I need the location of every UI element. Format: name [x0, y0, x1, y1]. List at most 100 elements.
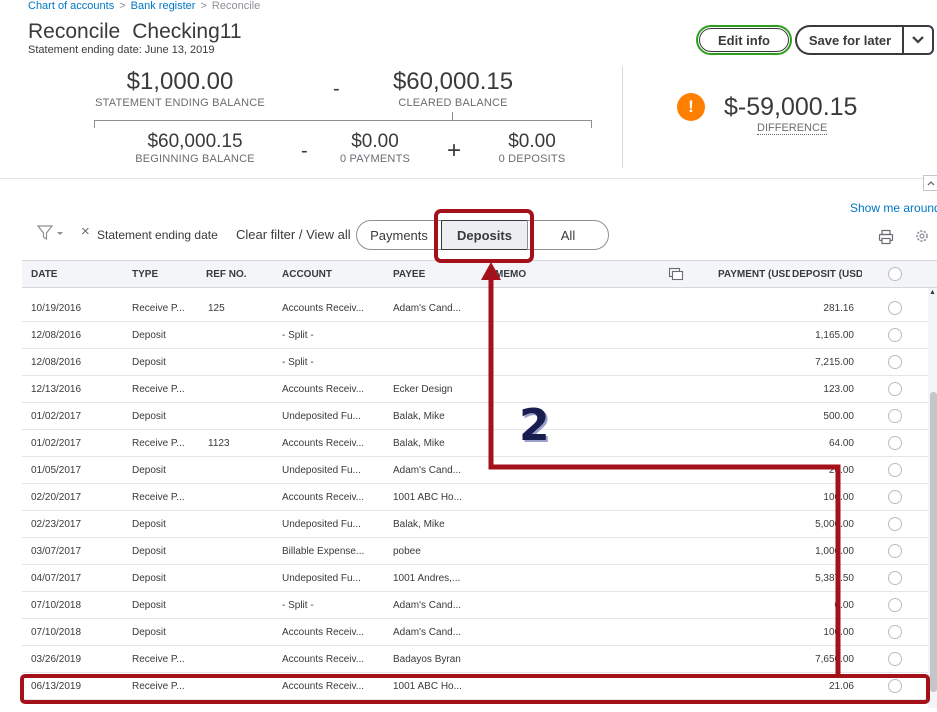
cell-account: Accounts Receiv... — [282, 627, 365, 638]
cell-type: Deposit — [132, 519, 166, 530]
breadcrumb-separator: > — [200, 0, 207, 12]
row-select-radio[interactable] — [888, 355, 902, 369]
payments-count-label: 0 PAYMENTS — [339, 153, 411, 165]
cell-payee: pobee — [393, 546, 421, 557]
table-row[interactable]: 01/02/2017 Receive P... 1123 Accounts Recei… — [22, 430, 928, 457]
scroll-up-arrow-icon[interactable]: ▲ — [929, 289, 936, 296]
cell-account: Billable Expense... — [282, 546, 365, 557]
row-select-radio[interactable] — [888, 382, 902, 396]
cell-type: Deposit — [132, 546, 166, 557]
edit-info-button[interactable]: Edit info — [696, 25, 792, 55]
cell-account: Accounts Receiv... — [282, 438, 365, 449]
table-row[interactable]: 06/13/2019 Receive P... Accounts Receiv...… — [22, 673, 928, 700]
cell-deposit: 100.00 — [823, 492, 854, 503]
cell-date: 12/13/2016 — [31, 384, 82, 395]
cell-account: - Split - — [282, 330, 314, 341]
column-header-type[interactable]: TYPE — [132, 269, 158, 280]
collapse-summary-button[interactable] — [923, 175, 937, 191]
cell-account: Undeposited Fu... — [282, 573, 361, 584]
cell-date: 02/20/2017 — [31, 492, 82, 503]
column-header-memo[interactable]: MEMO — [495, 269, 526, 280]
cell-payee: 1001 ABC Ho... — [393, 681, 462, 692]
cell-ref: 125 — [208, 303, 225, 314]
cell-type: Receive P... — [132, 303, 185, 314]
breadcrumb-bank-register[interactable]: Bank register — [131, 0, 196, 12]
cell-account: Undeposited Fu... — [282, 411, 361, 422]
row-select-radio[interactable] — [888, 301, 902, 315]
row-select-radio[interactable] — [888, 409, 902, 423]
table-row[interactable]: 01/02/2017 Deposit Undeposited Fu... Balak,… — [22, 403, 928, 430]
tab-payments[interactable]: Payments — [356, 220, 442, 250]
table-row[interactable]: 01/05/2017 Deposit Undeposited Fu... Adam's… — [22, 457, 928, 484]
beginning-balance: $60,000.15 — [147, 131, 243, 152]
warning-icon: ! — [677, 93, 705, 121]
save-for-later-button[interactable]: Save for later — [795, 25, 903, 55]
save-options-dropdown[interactable] — [902, 25, 934, 55]
clear-filter-x-icon[interactable]: × — [81, 223, 90, 240]
filter-icon[interactable] — [37, 225, 65, 241]
cell-payee: Badayos Byran — [393, 654, 461, 665]
table-row[interactable]: 12/08/2016 Deposit - Split - 1,165.00 — [22, 322, 928, 349]
column-header-deposit[interactable]: DEPOSIT (USD) — [792, 269, 862, 280]
cell-account: - Split - — [282, 600, 314, 611]
cell-type: Receive P... — [132, 654, 185, 665]
cell-deposit: 64.00 — [828, 438, 854, 449]
clear-filter-link[interactable]: Clear filter / View all — [236, 227, 356, 242]
row-select-radio[interactable] — [888, 571, 902, 585]
column-header-date[interactable]: DATE — [31, 269, 57, 280]
payments-total: $0.00 — [351, 131, 399, 152]
column-header-payee[interactable]: PAYEE — [393, 269, 425, 280]
cell-type: Receive P... — [132, 438, 185, 449]
cell-date: 04/07/2017 — [31, 573, 82, 584]
cell-type: Deposit — [132, 330, 166, 341]
cell-date: 07/10/2018 — [31, 627, 82, 638]
row-select-radio[interactable] — [888, 679, 902, 693]
cell-deposit: 5,387.50 — [815, 573, 854, 584]
table-row[interactable]: 12/13/2016 Receive P... Accounts Receiv...… — [22, 376, 928, 403]
table-row[interactable]: 07/10/2018 Deposit Accounts Receiv... Adam'… — [22, 619, 928, 646]
table-row[interactable]: 07/10/2018 Deposit - Split - Adam's Cand...… — [22, 592, 928, 619]
row-select-radio[interactable] — [888, 436, 902, 450]
select-all-radio[interactable] — [888, 267, 902, 281]
table-row[interactable]: 04/07/2017 Deposit Undeposited Fu... 1001 A… — [22, 565, 928, 592]
transaction-list: 10/19/2016 Receive P... 125 Accounts Receiv… — [22, 295, 928, 700]
row-select-radio[interactable] — [888, 490, 902, 504]
account-name: Checking11 — [132, 20, 242, 43]
table-row[interactable]: 12/08/2016 Deposit - Split - 7,215.00 — [22, 349, 928, 376]
column-header-ref[interactable]: REF NO. — [206, 269, 247, 280]
cell-account: Accounts Receiv... — [282, 492, 365, 503]
show-me-around-link[interactable]: Show me around — [850, 201, 937, 215]
table-row[interactable]: 03/07/2017 Deposit Billable Expense... pobe… — [22, 538, 928, 565]
column-header-payment[interactable]: PAYMENT (USD) — [718, 269, 790, 280]
row-select-radio[interactable] — [888, 517, 902, 531]
copy-icon[interactable] — [668, 267, 684, 281]
tab-deposits[interactable]: Deposits — [441, 220, 528, 250]
cell-account: Undeposited Fu... — [282, 519, 361, 530]
statement-ending-balance-label: STATEMENT ENDING BALANCE — [95, 97, 265, 109]
cell-date: 07/10/2018 — [31, 600, 82, 611]
table-row[interactable]: 02/23/2017 Deposit Undeposited Fu... Balak,… — [22, 511, 928, 538]
row-select-radio[interactable] — [888, 544, 902, 558]
print-icon[interactable] — [878, 229, 894, 245]
tab-all[interactable]: All — [527, 220, 609, 250]
difference-label[interactable]: DIFFERENCE — [757, 122, 828, 135]
row-select-radio[interactable] — [888, 598, 902, 612]
row-select-radio[interactable] — [888, 328, 902, 342]
cell-payee: Adam's Cand... — [393, 303, 462, 314]
gear-icon[interactable] — [914, 228, 930, 244]
row-select-radio[interactable] — [888, 652, 902, 666]
cell-deposit: 123.00 — [823, 384, 854, 395]
breadcrumb-chart-of-accounts[interactable]: Chart of accounts — [28, 0, 114, 12]
table-row[interactable]: 02/20/2017 Receive P... Accounts Receiv...… — [22, 484, 928, 511]
table-row[interactable]: 10/19/2016 Receive P... 125 Accounts Receiv… — [22, 295, 928, 322]
cell-payee: 1001 ABC Ho... — [393, 492, 462, 503]
table-row[interactable]: 03/26/2019 Receive P... Accounts Receiv...… — [22, 646, 928, 673]
row-select-radio[interactable] — [888, 463, 902, 477]
scrollbar-thumb[interactable] — [930, 392, 937, 692]
cell-payee: Balak, Mike — [393, 411, 445, 422]
edit-info-label: Edit info — [718, 32, 770, 48]
bracket-tick — [452, 112, 453, 121]
cell-type: Deposit — [132, 573, 166, 584]
column-header-account[interactable]: ACCOUNT — [282, 269, 332, 280]
row-select-radio[interactable] — [888, 625, 902, 639]
